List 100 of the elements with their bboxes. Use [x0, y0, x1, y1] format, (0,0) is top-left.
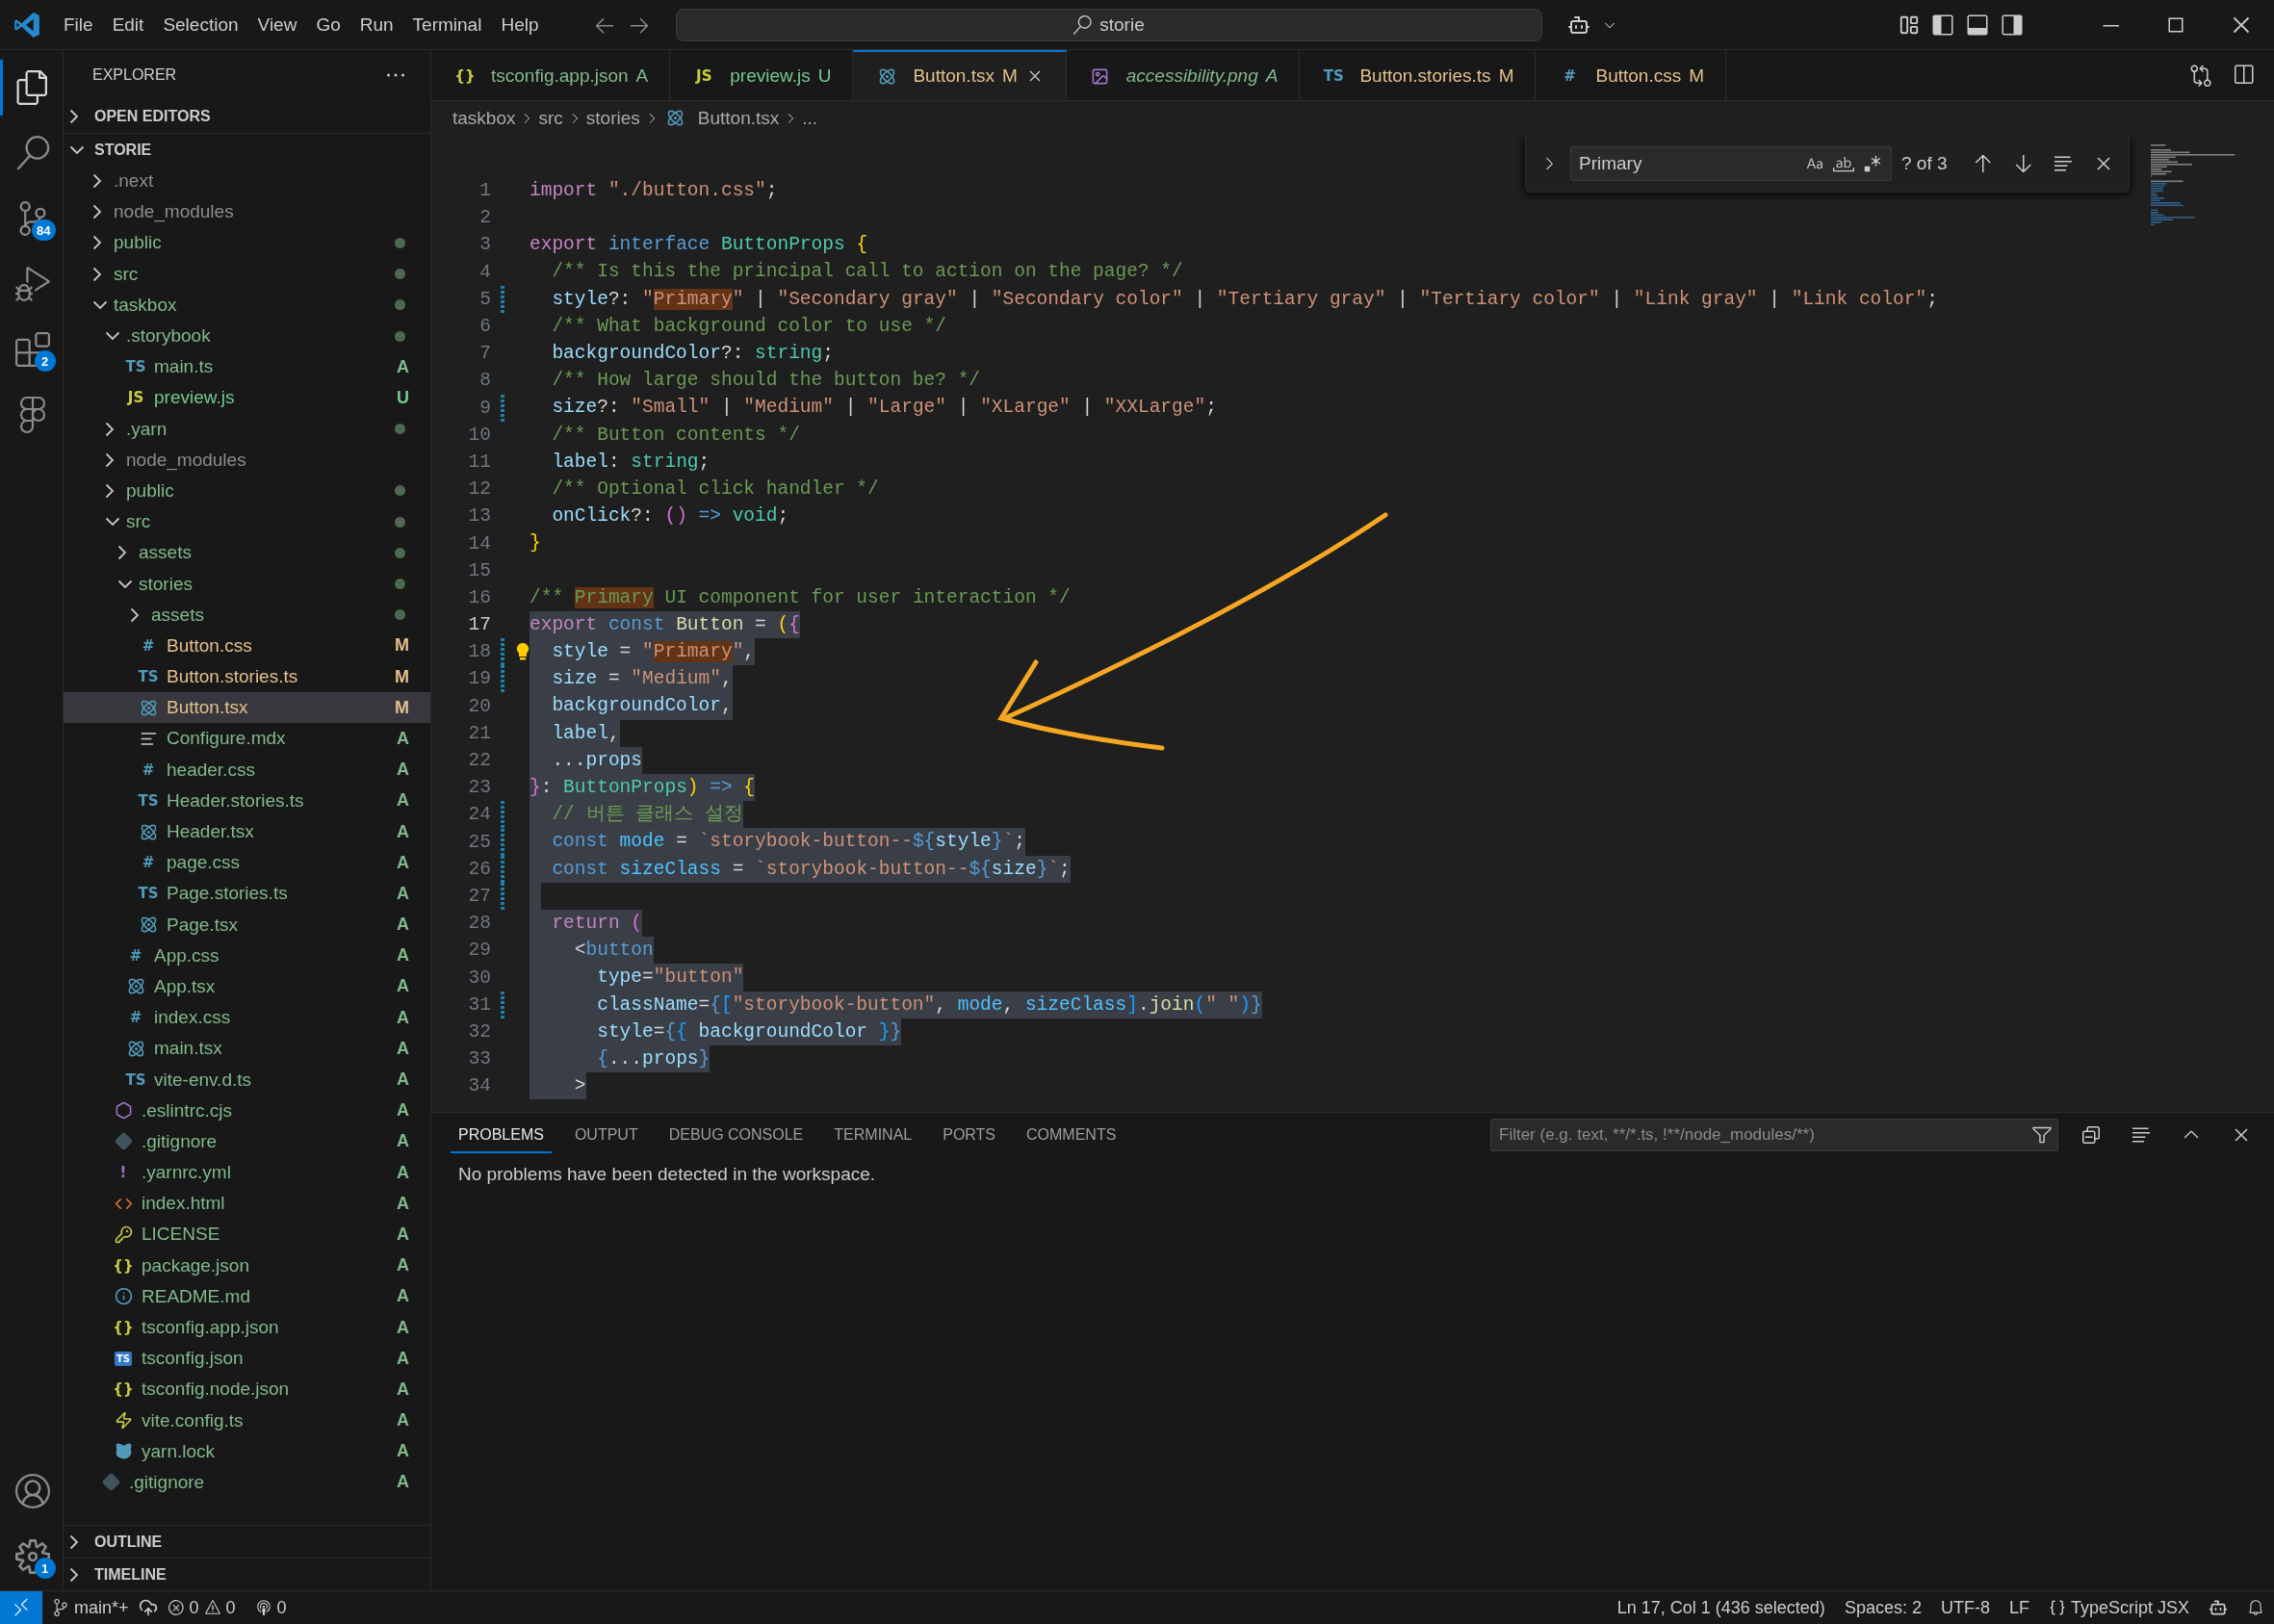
tree-item[interactable]: assets: [64, 599, 430, 631]
tree-item[interactable]: vite.config.ts A: [64, 1405, 430, 1436]
tree-item[interactable]: stories: [64, 568, 430, 600]
activity-bar-item[interactable]: 1: [0, 1529, 64, 1585]
tree-item[interactable]: Header.tsx A: [64, 815, 430, 848]
robot-icon[interactable]: [2209, 1598, 2228, 1617]
tree-item[interactable]: index.html A: [64, 1188, 430, 1220]
compare-icon[interactable]: [2189, 64, 2212, 87]
panel-tab[interactable]: TERMINAL: [826, 1116, 920, 1153]
line-number: 12: [467, 478, 491, 501]
breadcrumb-item[interactable]: taskbox: [452, 107, 516, 129]
sidebar-left-icon[interactable]: [1931, 13, 1954, 37]
panel-tab[interactable]: PORTS: [935, 1116, 1004, 1153]
tree-item[interactable]: App.tsx A: [64, 970, 430, 1003]
cloud-upload-icon[interactable]: [138, 1598, 158, 1617]
branch-status[interactable]: main*+: [42, 1597, 139, 1618]
language-status[interactable]: TypeScript JSX: [2038, 1597, 2199, 1618]
tree-item[interactable]: taskbox: [64, 289, 430, 321]
image-icon: [1091, 66, 1110, 86]
tree-item[interactable]: # Button.css M: [64, 630, 430, 661]
menu-item[interactable]: Terminal: [402, 8, 492, 41]
files-icon: [15, 70, 50, 105]
breadcrumb-item[interactable]: src: [538, 107, 563, 129]
tree-item[interactable]: src: [64, 506, 430, 538]
problems-status[interactable]: 0 0: [157, 1597, 245, 1618]
tree-item[interactable]: TS Header.stories.ts A: [64, 785, 430, 816]
panel-tab[interactable]: OUTPUT: [566, 1116, 646, 1153]
code-line: }: [530, 531, 541, 556]
filter-field[interactable]: Filter (e.g. text, **/*.ts, !**/node_modules/**): [1490, 1118, 2058, 1151]
command-search-field[interactable]: storie: [675, 8, 1542, 41]
tree-item[interactable]: LICENSE A: [64, 1219, 430, 1250]
tree-item[interactable]: yarn.lock A: [64, 1435, 430, 1467]
split-editor-icon[interactable]: [2232, 64, 2255, 87]
menu-item[interactable]: File: [54, 8, 103, 41]
sidebar-right-icon[interactable]: [2001, 13, 2024, 37]
tree-item[interactable]: assets: [64, 537, 430, 569]
tree-item[interactable]: Configure.mdx A: [64, 723, 430, 755]
tree-item[interactable]: src: [64, 258, 430, 290]
panel-layout-icon[interactable]: [1966, 13, 1989, 37]
tree-item[interactable]: .eslintrc.cjs A: [64, 1095, 430, 1126]
find-input[interactable]: Primary: [1570, 145, 1892, 181]
git-status-letter: A: [397, 356, 409, 377]
section-header[interactable]: OUTLINE: [64, 1525, 430, 1558]
menu-item[interactable]: Go: [306, 8, 350, 41]
tree-item[interactable]: TS vite-env.d.ts A: [64, 1064, 430, 1096]
tree-item[interactable]: # App.css A: [64, 940, 430, 971]
encoding-status[interactable]: UTF-8: [1930, 1597, 2000, 1618]
tree-item[interactable]: # index.css A: [64, 1002, 430, 1034]
layout-icon[interactable]: [1899, 13, 1920, 36]
tree-item[interactable]: TS Button.stories.ts M: [64, 661, 430, 693]
tree-item[interactable]: README.md A: [64, 1280, 430, 1312]
tree-item[interactable]: Page.tsx A: [64, 909, 430, 941]
panel-tab[interactable]: PROBLEMS: [451, 1116, 552, 1153]
tree-item[interactable]: {} package.json A: [64, 1250, 430, 1281]
menu-item[interactable]: Edit: [102, 8, 154, 41]
menu-item[interactable]: Run: [349, 8, 403, 41]
line-number: 15: [467, 559, 491, 581]
lightbulb-icon[interactable]: [516, 642, 530, 662]
tree-item[interactable]: public: [64, 227, 430, 259]
panel-tab[interactable]: COMMENTS: [1019, 1116, 1124, 1153]
tree-item[interactable]: TS tsconfig.json A: [64, 1343, 430, 1375]
tree-item[interactable]: Button.tsx M: [64, 692, 430, 724]
tree-item[interactable]: public: [64, 475, 430, 507]
tree-item[interactable]: node_modules: [64, 196, 430, 228]
tree-item[interactable]: main.tsx A: [64, 1033, 430, 1065]
menu-item[interactable]: View: [247, 8, 307, 41]
line-ending-status[interactable]: LF: [1999, 1597, 2039, 1618]
cursor-position[interactable]: Ln 17, Col 1 (436 selected): [1607, 1597, 1835, 1618]
tree-item[interactable]: node_modules: [64, 444, 430, 476]
tree-item[interactable]: # page.css A: [64, 847, 430, 879]
app-logo-icon: [13, 11, 40, 39]
tree-item[interactable]: .storybook: [64, 320, 430, 352]
indentation-status[interactable]: Spaces: 2: [1834, 1597, 1931, 1618]
git-status-letter: A: [397, 1162, 409, 1183]
tree-item[interactable]: # header.css A: [64, 754, 430, 786]
tree-item[interactable]: .next: [64, 166, 430, 197]
menu-item[interactable]: Selection: [153, 8, 248, 41]
tree-item[interactable]: JS preview.js U: [64, 382, 430, 414]
ports-status[interactable]: 0: [245, 1597, 297, 1618]
code-line: /** Is this the principal call to action on the page? */: [551, 260, 1183, 285]
editor-tab[interactable]: Button.tsx M: [853, 50, 1067, 100]
menu-item[interactable]: Help: [491, 8, 549, 41]
tree-item[interactable]: TS main.ts A: [64, 351, 430, 383]
tree-item[interactable]: TS Page.stories.ts A: [64, 878, 430, 910]
section-header[interactable]: STORIE: [64, 133, 430, 166]
breadcrumb-item[interactable]: Button.tsx: [697, 107, 780, 129]
panel-tab[interactable]: DEBUG CONSOLE: [660, 1116, 812, 1153]
tree-item[interactable]: .yarn: [64, 413, 430, 445]
tree-item[interactable]: ! .yarnrc.yml A: [64, 1157, 430, 1189]
section-header[interactable]: OPEN EDITORS: [64, 100, 430, 133]
bell-icon[interactable]: [2247, 1599, 2264, 1616]
breadcrumb-item[interactable]: stories: [585, 107, 640, 129]
activity-bar-item[interactable]: 84: [0, 191, 64, 246]
breadcrumb-item[interactable]: ...: [802, 107, 818, 129]
tree-item[interactable]: {} tsconfig.node.json A: [64, 1374, 430, 1405]
line-number: 19: [467, 668, 491, 690]
tree-item[interactable]: .gitignore A: [64, 1125, 430, 1157]
tree-item[interactable]: {} tsconfig.app.json A: [64, 1311, 430, 1344]
activity-bar-item[interactable]: 2: [0, 322, 64, 377]
tree-item[interactable]: .gitignore A: [64, 1466, 430, 1499]
